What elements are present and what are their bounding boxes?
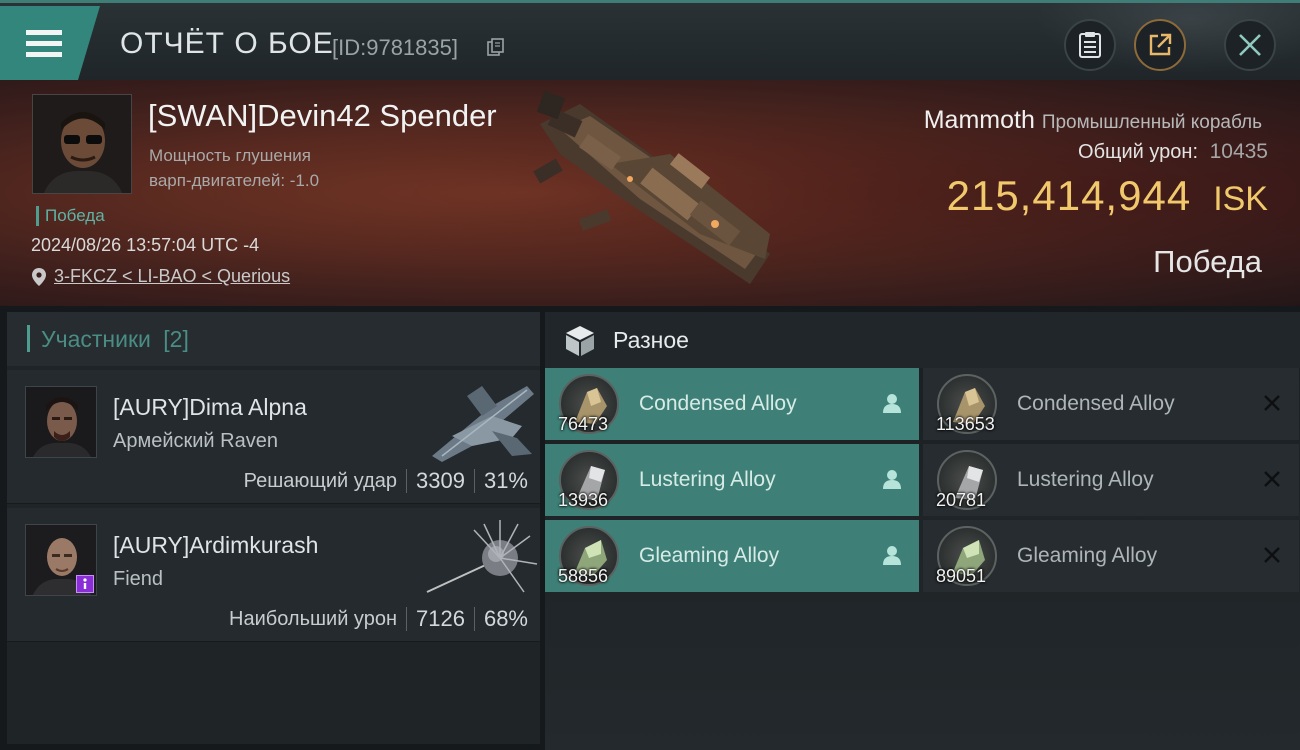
participants-header[interactable]: Участники [2] <box>7 312 540 366</box>
ship-class: Промышленный корабль <box>1041 112 1262 133</box>
battle-location[interactable]: 3-FKCZ < LI-BAO < Querious <box>32 266 290 287</box>
close-icon <box>1239 34 1261 56</box>
destroyed-x-icon <box>1264 395 1280 411</box>
items-panel: Разное 76473 Condensed Alloy 13936 Luste… <box>545 312 1300 750</box>
report-icon <box>1079 32 1101 58</box>
participant-ship: Fiend <box>113 568 164 590</box>
dropped-item[interactable]: 76473 Condensed Alloy <box>545 368 919 440</box>
isk-value: 215,414,944 ISK <box>947 172 1268 220</box>
character-badge-icon <box>76 575 94 593</box>
participants-label: Участники <box>41 326 151 352</box>
destroyed-x-icon <box>1264 471 1280 487</box>
participant-avatar[interactable] <box>25 524 97 596</box>
participant-row[interactable]: [AURY]Dima Alpna Армейский Raven Решающи… <box>7 370 540 504</box>
warp-scramble-label: Мощность глушения <box>149 146 311 165</box>
destroyed-item[interactable]: 20781 Lustering Alloy <box>923 444 1299 516</box>
misc-header: Разное <box>545 312 1300 368</box>
participant-ship-image <box>426 520 538 593</box>
item-name: Gleaming Alloy <box>639 544 780 567</box>
misc-label: Разное <box>613 327 689 353</box>
report-button[interactable] <box>1064 19 1116 71</box>
isk-amount: 215,414,944 <box>946 172 1192 219</box>
item-name: Condensed Alloy <box>1017 392 1175 415</box>
result-tag: Победа <box>36 206 105 226</box>
menu-icon <box>26 30 62 63</box>
participant-stats: Наибольший урон 7126 68% <box>229 606 528 632</box>
page-title: ОТЧЁТ О БОЕ <box>120 27 334 60</box>
person-icon <box>883 394 901 413</box>
stat-divider <box>473 469 475 493</box>
participant-row[interactable]: [AURY]Ardimkurash Fiend Наибольший урон … <box>7 508 540 642</box>
stat-divider <box>406 607 407 631</box>
participant-stats: Решающий удар 3309 31% <box>244 468 528 494</box>
item-quantity: 76473 <box>558 414 609 434</box>
dropped-item[interactable]: 58856 Gleaming Alloy <box>545 520 919 592</box>
item-name: Lustering Alloy <box>639 468 776 491</box>
participant-percent: 31% <box>483 468 528 493</box>
location-pin-icon <box>32 267 46 286</box>
destroyed-item[interactable]: 113653 Condensed Alloy <box>923 368 1299 440</box>
close-button[interactable] <box>1224 19 1276 71</box>
total-damage: Общий урон: 10435 <box>1078 140 1268 164</box>
participant-ship-image <box>432 386 534 462</box>
participants-panel: Участники [2] [AURY]Dima Alpna Армейский… <box>7 312 540 744</box>
participant-role: Решающий удар <box>243 469 397 492</box>
stat-divider <box>406 469 407 493</box>
item-quantity: 58856 <box>558 566 609 586</box>
participant-percent: 68% <box>483 606 528 631</box>
victim-ship[interactable]: Mammoth Промышленный корабль <box>924 106 1262 135</box>
participant-name[interactable]: [AURY]Dima Alpna <box>113 394 307 421</box>
destroyed-x-icon <box>1264 547 1280 563</box>
person-icon <box>883 470 901 489</box>
share-button[interactable] <box>1134 19 1186 71</box>
item-quantity: 113653 <box>936 414 995 434</box>
total-damage-value: 10435 <box>1209 140 1268 163</box>
participant-damage: 7126 <box>416 606 465 631</box>
copy-icon[interactable] <box>487 38 505 56</box>
participant-avatar[interactable] <box>25 386 97 458</box>
item-quantity: 20781 <box>936 490 987 510</box>
victim-stats: Мощность глушения варп-двигателей: -1.0 <box>149 143 319 193</box>
item-quantity: 89051 <box>936 566 987 586</box>
victim-ship-image[interactable] <box>520 84 790 304</box>
participants-count: [2] <box>163 326 189 352</box>
location-link[interactable]: 3-FKCZ < LI-BAO < Querious <box>54 266 290 287</box>
cube-icon <box>566 326 594 356</box>
total-damage-label: Общий урон: <box>1078 141 1199 163</box>
report-id: [ID:9781835] <box>332 35 458 60</box>
victim-avatar[interactable] <box>32 94 132 194</box>
item-name: Condensed Alloy <box>639 392 797 415</box>
participant-name[interactable]: [AURY]Ardimkurash <box>113 532 318 559</box>
person-icon <box>883 546 901 565</box>
victim-name[interactable]: [SWAN]Devin42 Spender <box>148 98 497 134</box>
top-bar: ОТЧЁТ О БОЕ [ID:9781835] <box>0 0 1300 83</box>
item-quantity: 13936 <box>558 490 609 510</box>
destroyed-item[interactable]: 89051 Gleaming Alloy <box>923 520 1299 592</box>
isk-unit: ISK <box>1213 180 1268 218</box>
participant-ship: Армейский Raven <box>113 430 278 452</box>
share-icon <box>1149 33 1172 56</box>
menu-button[interactable] <box>0 6 100 80</box>
participant-role: Наибольший урон <box>229 607 397 630</box>
participant-damage: 3309 <box>416 468 465 493</box>
dropped-item[interactable]: 13936 Lustering Alloy <box>545 444 919 516</box>
ship-name: Mammoth <box>923 106 1035 134</box>
battle-result: Победа <box>1153 244 1262 279</box>
item-name: Lustering Alloy <box>1017 468 1154 491</box>
victim-banner: [SWAN]Devin42 Spender Мощность глушения … <box>0 80 1300 306</box>
item-name: Gleaming Alloy <box>1017 544 1158 567</box>
warp-scramble-value: варп-двигателей: -1.0 <box>149 171 320 190</box>
battle-datetime: 2024/08/26 13:57:04 UTC -4 <box>31 235 260 255</box>
stat-divider <box>473 607 475 631</box>
